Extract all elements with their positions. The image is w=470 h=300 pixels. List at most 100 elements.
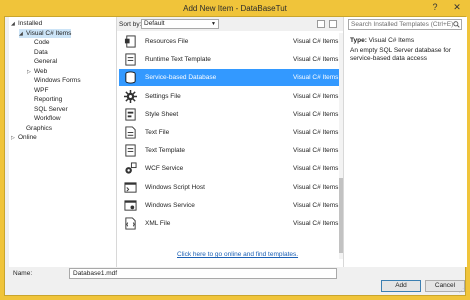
sort-by-select[interactable]: Default ▼ <box>141 19 219 29</box>
tree-item-label: Workflow <box>34 115 61 122</box>
windows-service-icon <box>124 200 137 211</box>
title-bar[interactable]: Add New Item - DataBaseTut ? ✕ <box>0 0 470 16</box>
xml-file-icon <box>125 217 136 230</box>
text-template-icon <box>125 53 136 66</box>
details-panel: Search Installed Templates (Ctrl+E) Type… <box>343 17 467 267</box>
add-new-item-dialog: Add New Item - DataBaseTut ? ✕ ◢ Installe… <box>0 0 470 300</box>
expand-toggle-icon[interactable]: ◢ <box>11 20 18 29</box>
expand-toggle-icon[interactable]: ▷ <box>11 134 18 143</box>
template-name: WCF Service <box>145 165 184 173</box>
tree-item[interactable]: General <box>27 57 57 66</box>
tree-item-label: SQL Server <box>34 105 68 113</box>
sort-bar: Sort by: Default ▼ <box>117 17 343 31</box>
template-item[interactable]: Text File Visual C# Items <box>119 124 339 141</box>
template-category: Visual C# Items <box>293 38 339 45</box>
template-name: Runtime Text Template <box>145 56 211 64</box>
close-button[interactable]: ✕ <box>446 0 468 14</box>
template-name: Style Sheet <box>145 110 179 118</box>
template-description: An empty SQL Server database for service… <box>350 47 451 62</box>
template-item[interactable]: Text Template Visual C# Items <box>119 142 339 159</box>
template-list-panel: Sort by: Default ▼ Resources File Visual … <box>117 17 343 267</box>
type-line: Type: Visual C# Items <box>350 37 414 44</box>
tree-item-label: Installed <box>18 20 43 27</box>
template-category: Visual C# Items <box>293 74 339 82</box>
template-item[interactable]: Windows Script Host Visual C# Items <box>119 179 339 196</box>
type-value: Visual C# Items <box>368 37 415 44</box>
tree-item-label: Graphics <box>26 124 53 132</box>
tree-item[interactable]: ▷ Online <box>11 133 37 142</box>
search-input[interactable]: Search Installed Templates (Ctrl+E) <box>348 19 462 30</box>
settings-gear-icon <box>124 89 137 103</box>
search-placeholder: Search Installed Templates (Ctrl+E) <box>351 21 454 28</box>
template-item[interactable]: Service-based Database Visual C# Items <box>119 69 339 87</box>
text-file-icon <box>125 126 136 139</box>
name-input[interactable]: Database1.mdf <box>69 268 337 279</box>
expand-toggle-icon[interactable]: ◢ <box>19 30 26 39</box>
tree-item[interactable]: ◢ Installed <box>11 19 42 28</box>
template-category: Visual C# Items <box>293 220 339 227</box>
name-label: Name: <box>13 270 33 277</box>
tree-item[interactable]: Windows Forms <box>27 76 81 85</box>
style-sheet-icon <box>125 108 136 121</box>
template-item[interactable]: XML File Visual C# Items <box>119 215 339 232</box>
template-name: Text Template <box>145 147 185 155</box>
help-button[interactable]: ? <box>428 0 442 14</box>
template-category: Visual C# Items <box>293 56 339 64</box>
template-name: Resources File <box>145 38 189 45</box>
template-category-tree: ◢ Installed ◢ Visual C# Items Code Data Genera… <box>9 17 117 267</box>
template-category: Visual C# Items <box>293 110 339 118</box>
window-title: Add New Item - DataBaseTut <box>183 4 287 13</box>
template-category: Visual C# Items <box>293 183 339 191</box>
template-item[interactable]: WCF Service Visual C# Items <box>119 160 339 177</box>
template-category: Visual C# Items <box>293 201 339 209</box>
tree-item-label: Visual C# Items <box>26 29 72 37</box>
tree-item[interactable]: Reporting <box>27 95 62 104</box>
wcf-service-icon <box>125 162 137 174</box>
add-button[interactable]: Add <box>381 280 421 292</box>
script-host-icon <box>124 181 137 193</box>
resize-grip-icon[interactable]: ⋰ <box>459 288 464 294</box>
template-name: XML File <box>145 220 171 227</box>
type-label: Type: <box>350 37 367 44</box>
template-category: Visual C# Items <box>293 92 339 100</box>
tree-item-label: Data <box>34 48 48 56</box>
template-name: Service-based Database <box>145 74 217 82</box>
tree-item[interactable]: SQL Server <box>27 105 68 114</box>
tree-item-label: Code <box>34 39 50 46</box>
template-item[interactable]: Runtime Text Template Visual C# Items <box>119 51 339 68</box>
tree-item[interactable]: ▷ Web <box>27 67 47 76</box>
tree-item[interactable]: Workflow <box>27 114 61 123</box>
template-item[interactable]: Settings File Visual C# Items <box>119 88 339 105</box>
sort-by-label: Sort by: <box>119 21 142 28</box>
template-category: Visual C# Items <box>293 147 339 155</box>
chevron-down-icon: ▼ <box>211 21 216 27</box>
go-online-link[interactable]: Click here to go online and find templat… <box>177 251 298 258</box>
tree-item-label: General <box>34 58 58 65</box>
template-name: Settings File <box>145 92 181 100</box>
tree-item[interactable]: ◢ Visual C# Items <box>19 28 72 39</box>
template-name: Text File <box>145 129 170 136</box>
resources-file-icon <box>124 35 136 48</box>
template-category: Visual C# Items <box>293 165 339 173</box>
template-name: Windows Service <box>145 201 195 209</box>
tree-item[interactable]: Data <box>27 48 48 57</box>
list-view-icon[interactable] <box>329 20 337 28</box>
search-icon <box>453 21 460 28</box>
text-template-icon <box>125 144 136 157</box>
sort-by-value: Default <box>144 20 165 27</box>
medium-icons-view-icon[interactable] <box>317 20 325 28</box>
template-item[interactable]: Windows Service Visual C# Items <box>119 197 339 214</box>
template-item[interactable]: Style Sheet Visual C# Items <box>119 106 339 123</box>
template-category: Visual C# Items <box>293 129 339 136</box>
tree-item-label: Reporting <box>34 96 63 103</box>
tree-item-label: Windows Forms <box>34 77 81 84</box>
tree-item-label: Web <box>34 67 48 75</box>
tree-item[interactable]: Code <box>27 38 50 47</box>
template-name: Windows Script Host <box>145 183 205 191</box>
dialog-client-area: ◢ Installed ◢ Visual C# Items Code Data Genera… <box>4 16 467 296</box>
tree-item[interactable]: WPF <box>27 86 48 95</box>
tree-item[interactable]: Graphics <box>19 124 52 133</box>
template-item[interactable]: Resources File Visual C# Items <box>119 33 339 50</box>
tree-item-label: WPF <box>34 86 49 94</box>
tree-item-label: Online <box>18 134 37 141</box>
